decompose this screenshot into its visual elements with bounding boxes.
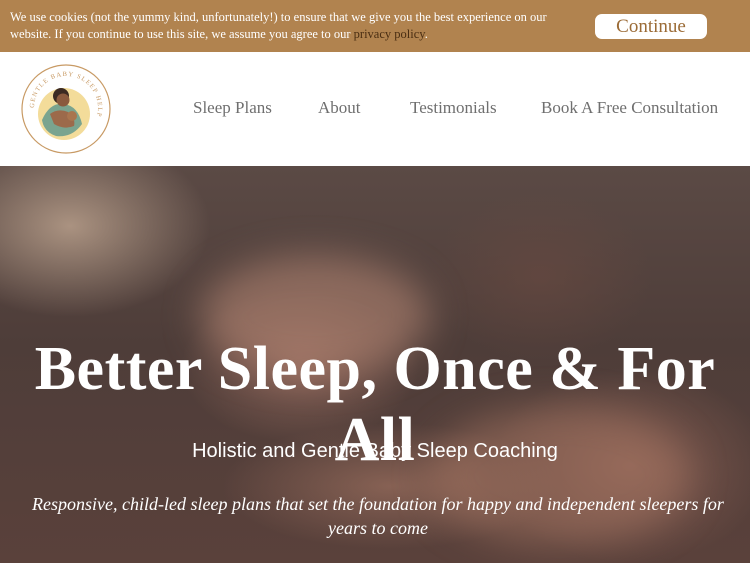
continue-button[interactable]: Continue [595, 14, 707, 39]
cookie-banner: We use cookies (not the yummy kind, unfo… [0, 0, 750, 52]
hero-section: Better Sleep, Once & For All Holistic an… [0, 166, 750, 563]
hero-subtitle: Holistic and Gentle Baby Sleep Coaching [192, 440, 558, 462]
nav-testimonials[interactable]: Testimonials [410, 98, 497, 118]
nav-sleep-plans[interactable]: Sleep Plans [193, 98, 272, 118]
site-logo[interactable]: GENTLE BABY SLEEP HELP [20, 62, 112, 156]
cookie-message-suffix: . [424, 27, 428, 41]
privacy-policy-link[interactable]: privacy policy [354, 27, 425, 41]
logo-mother-baby-icon: GENTLE BABY SLEEP HELP [21, 64, 111, 154]
hero-description: Responsive, child-led sleep plans that s… [32, 494, 724, 538]
nav-book-consultation[interactable]: Book A Free Consultation [541, 98, 718, 118]
cookie-message-text: We use cookies (not the yummy kind, unfo… [10, 10, 547, 41]
cookie-message: We use cookies (not the yummy kind, unfo… [10, 9, 570, 43]
site-header: GENTLE BABY SLEEP HELP Sleep Plans About… [0, 52, 750, 166]
nav-about[interactable]: About [318, 98, 361, 118]
